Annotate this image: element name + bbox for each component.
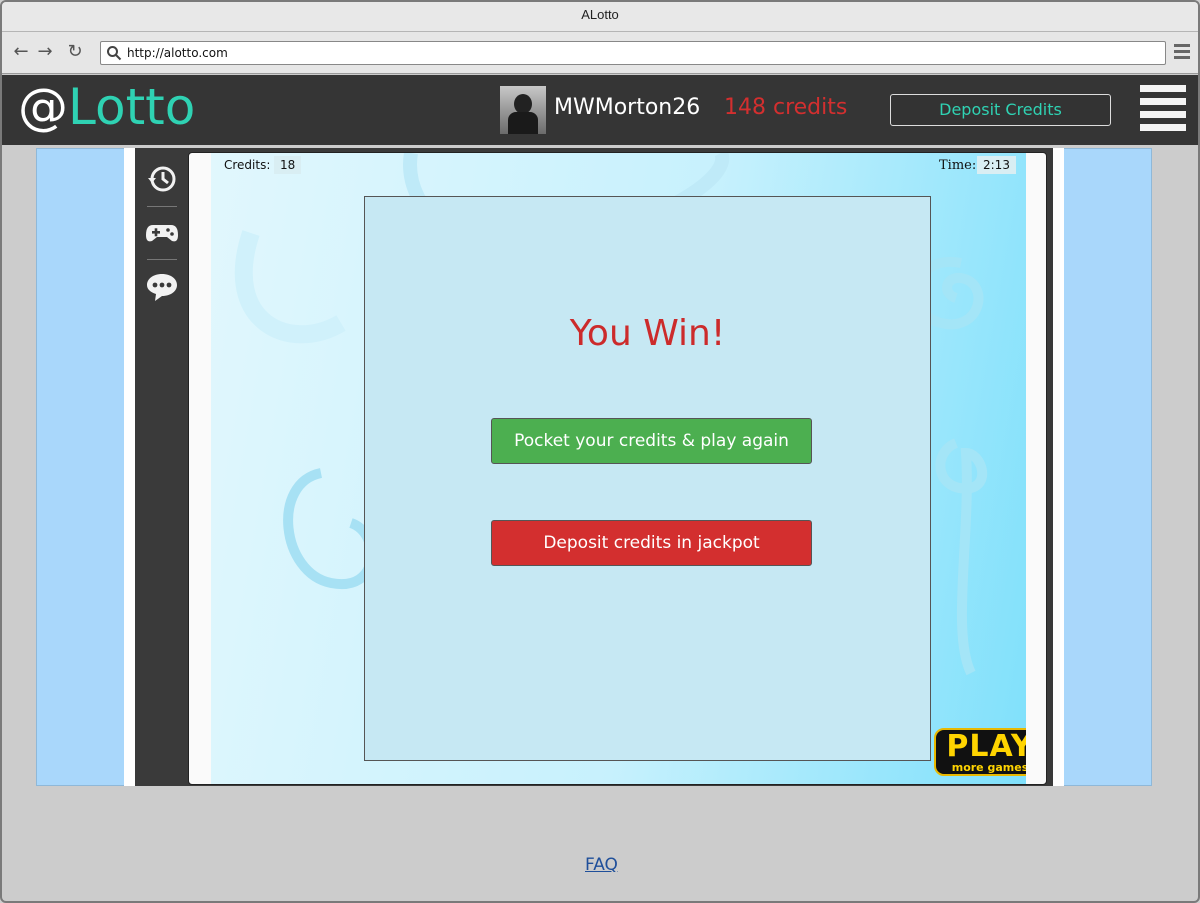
time-value: 2:13	[977, 156, 1016, 174]
sidebar-divider	[147, 206, 177, 207]
search-icon	[107, 46, 122, 61]
credits-label: Credits:	[224, 158, 271, 172]
deposit-jackpot-button[interactable]: Deposit credits in jackpot	[491, 520, 812, 566]
back-arrow-icon[interactable]: ←	[12, 43, 30, 61]
url-text: http://alotto.com	[127, 46, 228, 60]
pocket-credits-button[interactable]: Pocket your credits & play again	[491, 418, 812, 464]
deposit-credits-button[interactable]: Deposit Credits	[890, 94, 1111, 126]
username[interactable]: MWMorton26	[554, 95, 700, 120]
game-area: Credits: 18 Time: 2:13 You Win! Pocket y…	[188, 152, 1047, 785]
forward-arrow-icon[interactable]: →	[36, 43, 54, 61]
logo-at: @	[18, 78, 68, 136]
play-badge-text: PLAY	[946, 729, 1026, 764]
avatar[interactable]	[500, 86, 546, 134]
sidebar-divider	[147, 259, 177, 260]
chat-icon[interactable]	[145, 270, 179, 304]
credits-value: 18	[274, 156, 302, 174]
play-more-games-badge[interactable]: PLAY more games	[934, 728, 1026, 776]
site-header: @Lotto MWMorton26 148 credits Deposit Cr…	[2, 75, 1198, 145]
time-label: Time:	[939, 158, 977, 173]
reload-icon[interactable]: ↻	[66, 43, 84, 61]
logo[interactable]: @Lotto	[18, 75, 195, 145]
browser-window: ALotto ← → ↻ http://alotto.com @Lotto MW…	[0, 0, 1200, 903]
main-menu-icon[interactable]	[1140, 85, 1186, 135]
logo-text: Lotto	[68, 78, 196, 136]
window-title: ALotto	[2, 2, 1198, 32]
address-bar[interactable]: http://alotto.com	[100, 41, 1166, 65]
faq-link[interactable]: FAQ	[585, 855, 618, 875]
game-background: Credits: 18 Time: 2:13 You Win! Pocket y…	[211, 153, 1026, 784]
win-title: You Win!	[569, 313, 726, 354]
gamepad-icon[interactable]	[145, 215, 179, 249]
win-dialog: You Win! Pocket your credits & play agai…	[364, 196, 931, 761]
credits-balance: 148 credits	[724, 95, 848, 120]
history-icon[interactable]	[145, 162, 179, 196]
play-badge-subtext: more games	[951, 761, 1026, 774]
browser-toolbar: ← → ↻ http://alotto.com	[2, 32, 1198, 74]
browser-menu-icon[interactable]	[1174, 44, 1190, 60]
